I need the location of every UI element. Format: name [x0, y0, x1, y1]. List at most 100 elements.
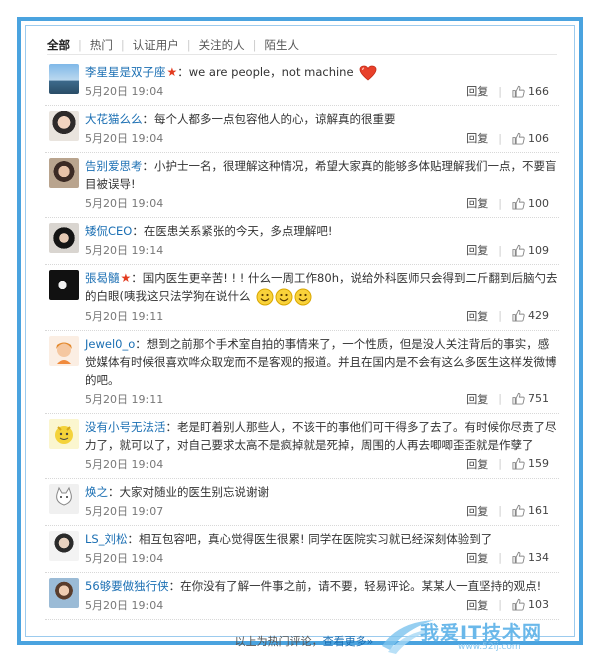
like-button[interactable]: 106	[512, 132, 549, 145]
comment-item: 告别爱思考：小护士一名，很理解这种情况，希望大家真的能够多体贴理解我们一点，不要…	[45, 153, 559, 218]
avatar[interactable]	[49, 577, 79, 608]
view-more-link[interactable]: 查看更多»	[323, 635, 374, 648]
tab-strangers[interactable]: 陌生人	[257, 38, 308, 52]
comment-time: 5月20日 19:04	[85, 197, 164, 210]
avatar[interactable]	[49, 335, 79, 366]
comment-text: 小护士一名，很理解这种情况，希望大家真的能够多体贴理解我们一点，不要盲目被误导!	[85, 159, 557, 191]
cat-avatar-icon	[56, 486, 72, 506]
tab-following[interactable]: 关注的人	[191, 38, 253, 52]
reply-button[interactable]: 回复	[466, 242, 488, 258]
thumbs-up-icon	[512, 551, 525, 564]
comment-username[interactable]: LS_刘松	[85, 532, 127, 546]
avatar[interactable]	[49, 64, 79, 94]
comment-item: 李星星是双子座★：we are people，not machine 5月20日…	[45, 59, 559, 106]
comment-time: 5月20日 19:04	[85, 551, 164, 565]
comment-username[interactable]: 没有小号无法活	[85, 420, 166, 434]
comment-time: 5月20日 19:04	[85, 457, 164, 471]
star-badge-icon: ★	[120, 271, 132, 285]
comment-text: 在医患关系紧张的今天，多点理解吧!	[143, 224, 333, 238]
comment-text: 国内医生更辛苦! ! ! 什么一周工作80h，说给外科医师只会得到二斤翻到后脑勺…	[85, 271, 558, 303]
reply-button[interactable]: 回复	[466, 195, 488, 211]
reply-button[interactable]: 回复	[466, 456, 488, 472]
thumbs-up-icon	[512, 85, 525, 98]
comment-item: LS_刘松：相互包容吧，真心觉得医生很累! 同学在医院实习就已经深刻体验到了 5…	[45, 526, 559, 573]
comment-username[interactable]: Jewel0_o	[85, 337, 135, 351]
comment-panel-frame: 全部 | 热门 | 认证用户 | 关注的人 | 陌生人 李星星是双子座★：we …	[17, 17, 583, 648]
reply-button[interactable]: 回复	[466, 308, 488, 324]
avatar[interactable]	[49, 111, 79, 141]
like-count: 103	[528, 598, 549, 611]
comment-item: 没有小号无法活：老是盯着别人那些人，不该干的事他们可干得多了去了。有时候你尽责了…	[45, 414, 559, 479]
tab-all[interactable]: 全部	[47, 38, 78, 52]
reply-button[interactable]: 回复	[466, 391, 488, 407]
footer-hot-note: 以上为热门评论，	[234, 635, 323, 648]
avatar[interactable]	[49, 483, 79, 514]
like-button[interactable]: 134	[512, 551, 549, 564]
comment-time: 5月20日 19:04	[85, 132, 164, 145]
avatar[interactable]	[49, 530, 79, 561]
like-count: 100	[528, 196, 549, 210]
reply-button[interactable]: 回复	[466, 83, 488, 99]
like-count: 751	[528, 392, 549, 405]
like-count: 106	[528, 131, 549, 145]
avatar[interactable]	[49, 223, 79, 253]
comment-time: 5月20日 19:04	[85, 85, 164, 98]
comment-username[interactable]: 告别爱思考	[85, 159, 143, 173]
cartoon-avatar-icon	[56, 342, 72, 364]
comment-text: we are people，not machine	[188, 65, 354, 79]
comment-text: 在你没有了解一件事之前，请不要，轻易评论。某某人一直坚持的观点!	[180, 578, 542, 593]
comment-item: 56够要做独行侠：在你没有了解一件事之前，请不要，轻易评论。某某人一直坚持的观点…	[45, 573, 559, 620]
like-count: 429	[528, 309, 549, 322]
like-button[interactable]: 166	[512, 85, 549, 98]
thumbs-up-icon	[512, 504, 525, 517]
avatar[interactable]	[49, 158, 79, 188]
comment-text: 大家对随业的医生别忘说谢谢	[119, 484, 270, 499]
thumbs-up-icon	[512, 457, 525, 470]
like-button[interactable]: 103	[512, 598, 549, 611]
comment-username[interactable]: 矮侃CEO	[85, 224, 132, 238]
comment-username[interactable]: 張曷髓	[85, 271, 120, 285]
comment-username[interactable]: 焕之	[85, 485, 108, 499]
reply-button[interactable]: 回复	[466, 550, 488, 566]
like-button[interactable]: 100	[512, 197, 549, 210]
comment-item: 焕之：大家对随业的医生别忘说谢谢 5月20日 19:07 回复 | 161	[45, 479, 559, 526]
like-button[interactable]: 429	[512, 309, 549, 322]
comment-item: 矮侃CEO：在医患关系紧张的今天，多点理解吧! 5月20日 19:14 回复 |…	[45, 218, 559, 265]
tab-verified-users[interactable]: 认证用户	[125, 38, 187, 52]
like-button[interactable]: 161	[512, 504, 549, 517]
avatar[interactable]	[49, 270, 79, 300]
comment-time: 5月20日 19:14	[85, 244, 164, 257]
thumbs-up-icon	[512, 197, 525, 210]
star-badge-icon: ★	[166, 65, 178, 79]
comment-text: 每个人都多一点包容他人的心，谅解真的很重要	[154, 112, 396, 126]
tab-hot[interactable]: 热门	[82, 38, 121, 52]
comment-text: 想到之前那个手术室自拍的事情来了，一个性质，但是没人关注背后的事实，感觉媒体有时…	[85, 336, 557, 387]
comment-item: Jewel0_o：想到之前那个手术室自拍的事情来了，一个性质，但是没人关注背后的…	[45, 331, 559, 414]
comment-time: 5月20日 19:04	[85, 598, 164, 612]
comment-item: 張曷髓★：国内医生更辛苦! ! ! 什么一周工作80h，说给外科医师只会得到二斤…	[45, 265, 559, 331]
thumbs-up-icon	[512, 244, 525, 257]
like-count: 161	[528, 504, 549, 517]
reply-button[interactable]: 回复	[466, 503, 488, 519]
comment-list: 李星星是双子座★：we are people，not machine 5月20日…	[45, 59, 559, 620]
comment-username[interactable]: 56够要做独行侠	[85, 579, 169, 593]
comment-item: 大花猫么么：每个人都多一点包容他人的心，谅解真的很重要 5月20日 19:04 …	[45, 106, 559, 153]
heart-icon	[359, 65, 377, 81]
comment-time: 5月20日 19:11	[85, 392, 164, 406]
like-count: 109	[528, 243, 549, 257]
reply-button[interactable]: 回复	[466, 597, 488, 613]
comment-username[interactable]: 李星星是双子座	[85, 65, 166, 79]
thumbs-up-icon	[512, 309, 525, 322]
reply-button[interactable]: 回复	[466, 130, 488, 146]
thumbs-up-icon	[512, 392, 525, 405]
list-footer: 以上为热门评论，查看更多»	[21, 633, 587, 649]
like-button[interactable]: 751	[512, 392, 549, 405]
comment-text: 相互包容吧，真心觉得医生很累! 同学在医院实习就已经深刻体验到了	[138, 531, 493, 546]
avatar[interactable]	[49, 418, 79, 449]
like-count: 159	[528, 457, 549, 470]
like-button[interactable]: 109	[512, 244, 549, 257]
filter-tabs: 全部 | 热门 | 认证用户 | 关注的人 | 陌生人	[47, 35, 557, 55]
comment-username[interactable]: 大花猫么么	[85, 112, 143, 126]
yellow-cartoon-avatar-icon	[55, 425, 73, 444]
like-button[interactable]: 159	[512, 457, 549, 470]
